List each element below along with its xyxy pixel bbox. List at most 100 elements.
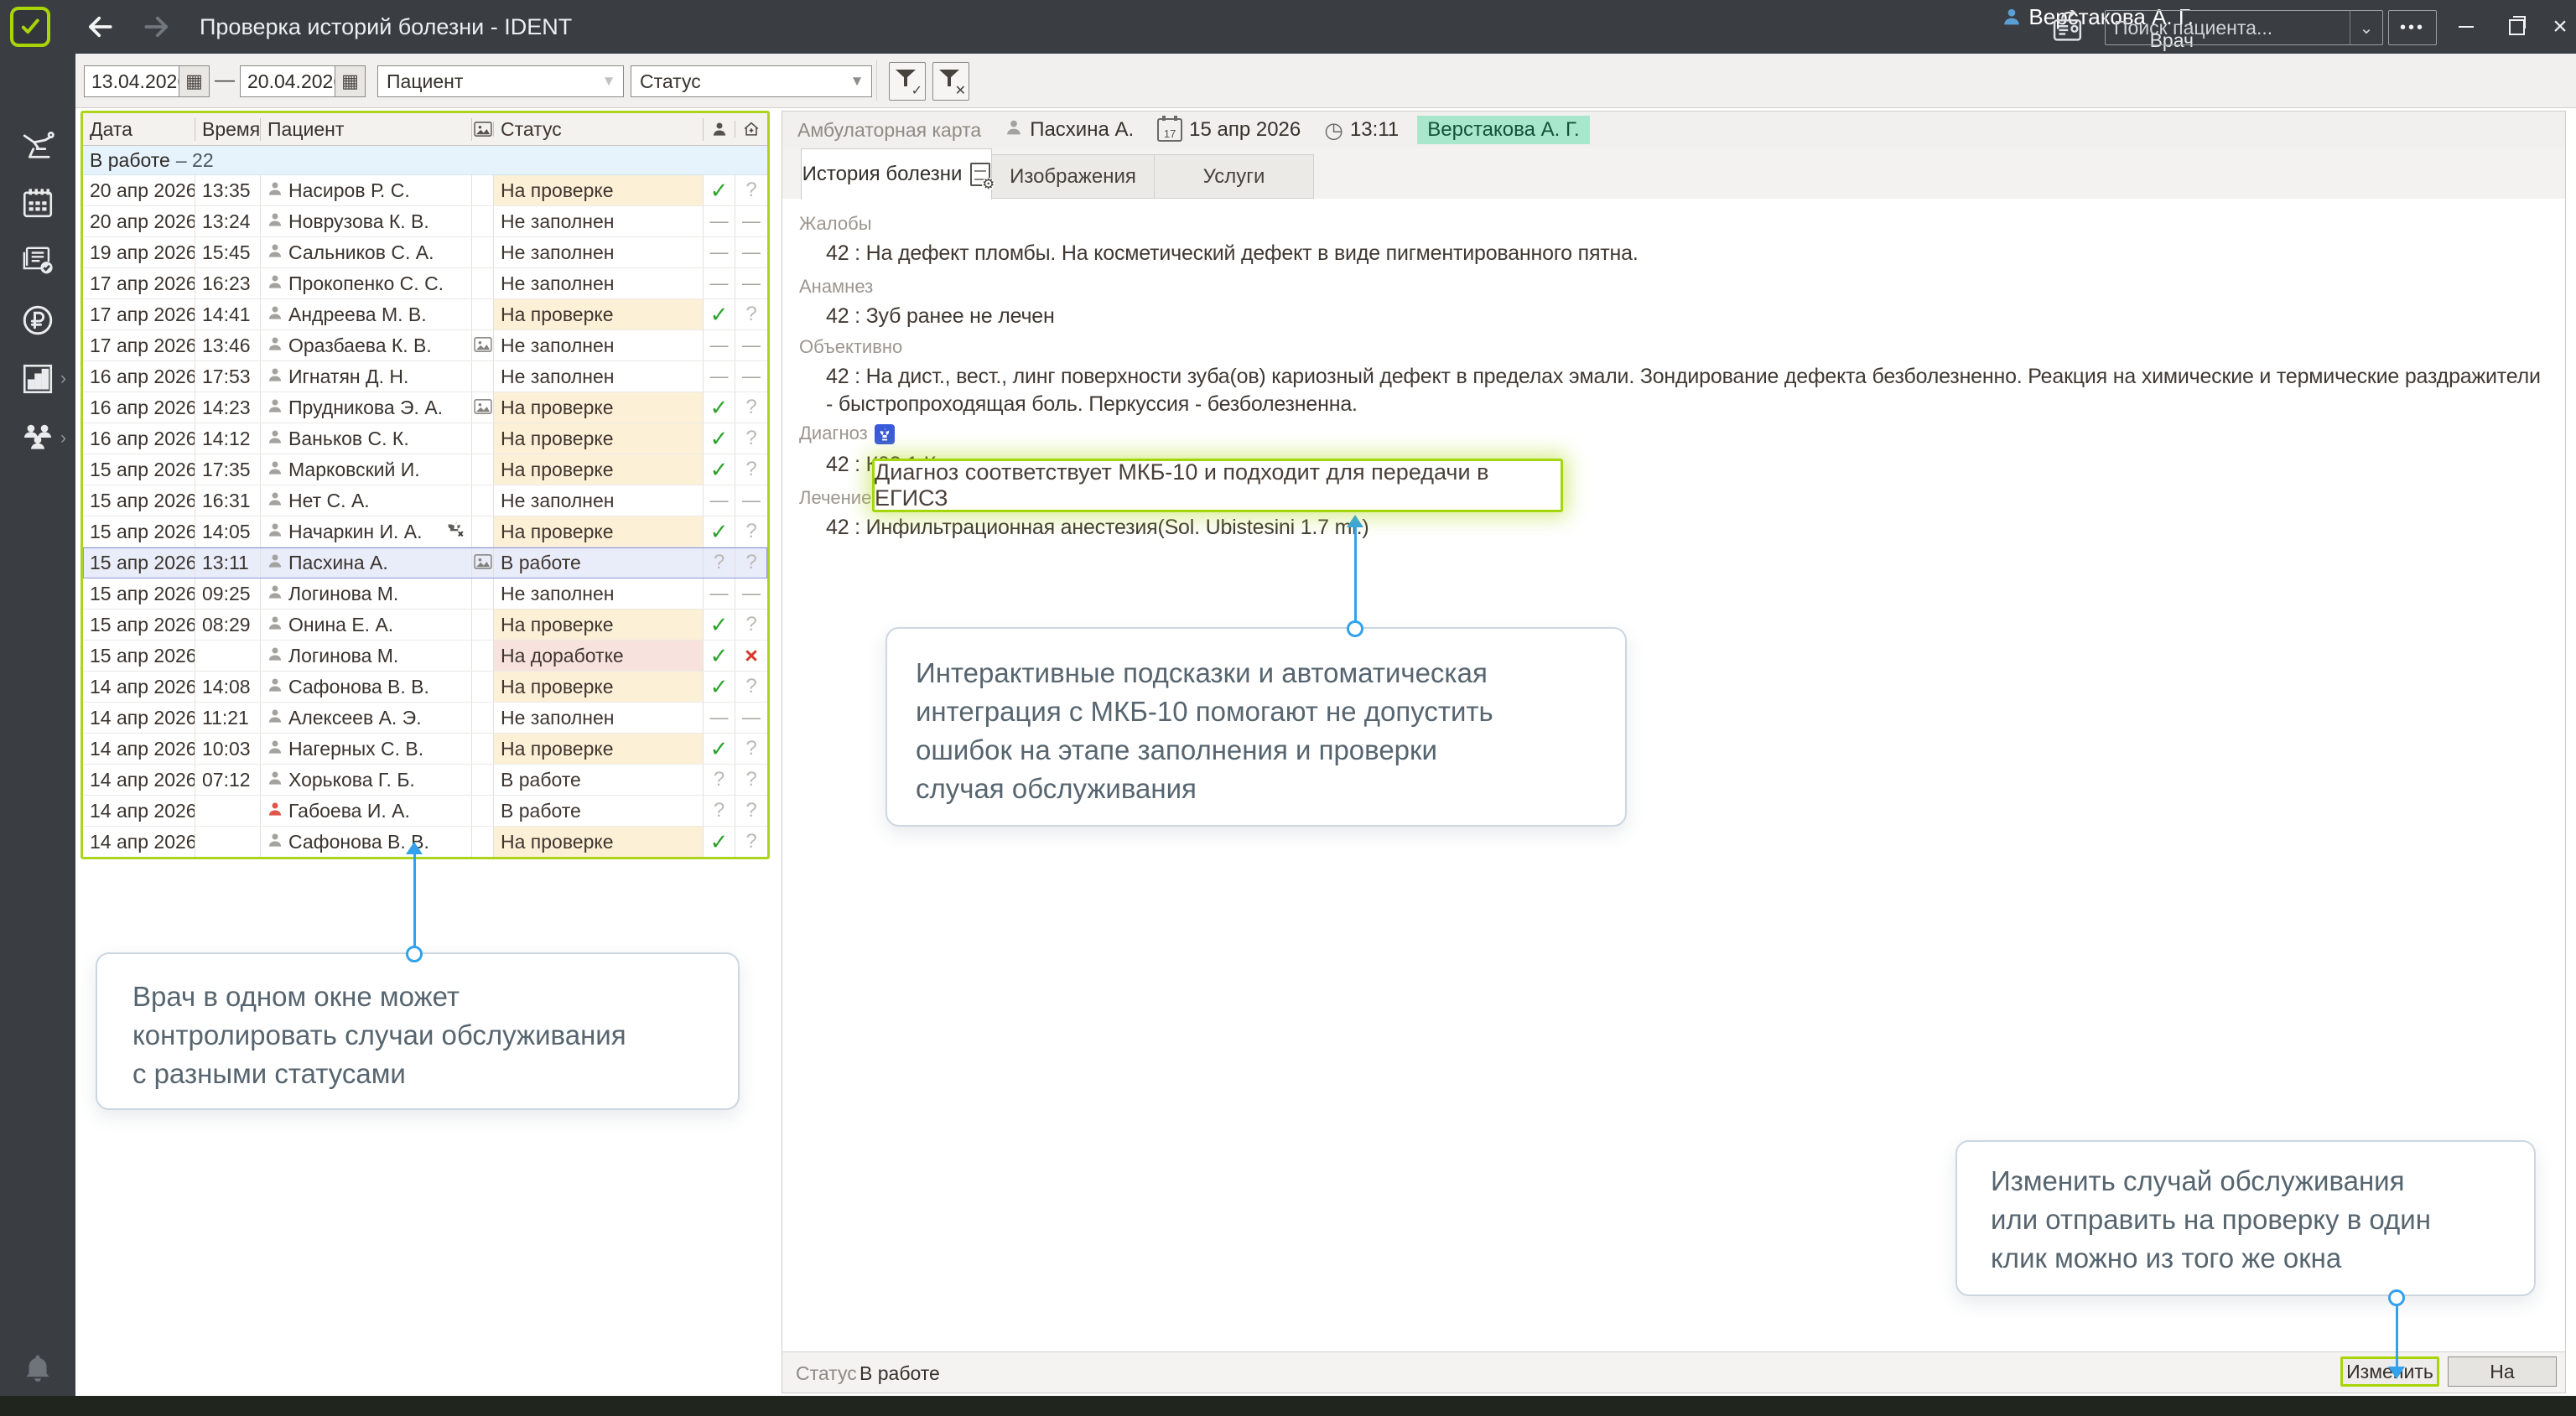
patient-icon — [1005, 118, 1023, 142]
table-row[interactable]: 20 апр 202613:24Новрузова К. В.Не заполн… — [83, 206, 767, 237]
patient-filter-combobox[interactable]: Пациент ▼ — [377, 65, 624, 97]
callout-line: клик можно из того же окна — [1991, 1239, 2534, 1278]
table-row[interactable]: 20 апр 202613:35Насиров Р. С.На проверке… — [83, 175, 767, 206]
cell-status: На проверке — [494, 175, 704, 205]
cell-status: В работе — [494, 765, 704, 795]
arrow-down-head — [2388, 1367, 2405, 1379]
check-mark-icon: ✓ — [710, 674, 729, 700]
patient-icon — [261, 521, 288, 543]
section-text-complaints: 42 : На дефект пломбы. На косметический … — [826, 240, 2542, 267]
cell-clinic-mark: ? — [735, 454, 767, 485]
date-from-input[interactable] — [85, 66, 179, 96]
column-header-clinic-mark[interactable] — [735, 120, 767, 138]
sidebar-item-payments-ruble[interactable] — [20, 303, 55, 338]
card-header-label: Амбулаторная карта — [797, 119, 981, 142]
date-to-field[interactable]: ▦ — [240, 65, 366, 97]
forward-arrow-button[interactable] — [141, 11, 173, 43]
minimize-button[interactable] — [2445, 0, 2487, 54]
check-mark-icon: ✓ — [710, 302, 729, 328]
callout-line: Изменить случай обслуживания — [1991, 1162, 2534, 1201]
table-row[interactable]: 14 апр 2026Сафонова В. В.На проверке✓? — [83, 827, 767, 857]
close-button[interactable]: × — [2539, 0, 2576, 54]
cell-photo — [472, 330, 494, 360]
column-header-photo[interactable] — [472, 122, 494, 137]
sidebar-item-history-check[interactable] — [20, 244, 55, 279]
table-row[interactable]: 16 апр 202614:23Прудникова Э. А.На прове… — [83, 392, 767, 423]
patient-icon — [261, 459, 288, 481]
table-header-row[interactable]: Дата Время Пациент Статус — [83, 113, 767, 146]
table-row[interactable]: 15 апр 202608:29Онина Е. А.На проверке✓? — [83, 609, 767, 641]
back-arrow-button[interactable] — [84, 11, 116, 43]
combobox-chevron-icon[interactable]: ▼ — [595, 73, 623, 90]
cell-status: На проверке — [494, 299, 704, 329]
send-to-check-button[interactable]: На проверку — [2448, 1356, 2557, 1387]
notifications-bell-icon[interactable] — [20, 1351, 55, 1387]
check-mark-icon: ✓ — [710, 519, 729, 545]
patient-search-input[interactable] — [2106, 17, 2350, 39]
table-row[interactable]: 17 апр 202613:46Оразбаева К. В.Не заполн… — [83, 330, 767, 361]
tab-images[interactable]: Изображения — [992, 154, 1155, 199]
date-to-input[interactable] — [241, 66, 335, 96]
question-mark-icon: ? — [745, 179, 756, 202]
table-row[interactable]: 14 апр 202607:12Хорькова Г. Б.В работе?? — [83, 765, 767, 796]
column-header-time[interactable]: Время — [195, 118, 261, 141]
status-group-row[interactable]: В работе – 22 — [83, 146, 767, 175]
cell-clinic-mark: ? — [735, 547, 767, 578]
staff-expand-chevron-icon[interactable]: › — [60, 430, 72, 447]
table-row[interactable]: 16 апр 202614:12Ваньков С. К.На проверке… — [83, 423, 767, 454]
restore-button[interactable] — [2496, 0, 2537, 54]
cell-photo — [472, 827, 494, 857]
ident-logo-icon — [10, 7, 50, 47]
table-row[interactable]: 15 апр 202613:11Пасхина А.В работе?? — [83, 547, 767, 578]
status-filter-combobox[interactable]: Статус ▼ — [631, 65, 872, 97]
table-row[interactable]: 17 апр 202614:41Андреева М. В.На проверк… — [83, 299, 767, 330]
cell-status: На проверке — [494, 516, 704, 547]
cell-doctor-mark: ✓ — [704, 516, 735, 547]
mkb-emblem-icon[interactable] — [875, 424, 895, 444]
cell-clinic-mark: — — [735, 237, 767, 267]
tab-history[interactable]: История болезни ⚙ — [801, 148, 992, 200]
more-options-button[interactable]: ••• — [2388, 10, 2437, 45]
combobox-chevron-icon[interactable]: ▼ — [843, 73, 871, 90]
calendar-picker-icon[interactable]: ▦ — [335, 66, 365, 96]
column-header-patient[interactable]: Пациент — [261, 118, 472, 141]
patient-name: Начаркин И. А. — [288, 521, 423, 543]
table-row[interactable]: 15 апр 202617:35Марковский И.На проверке… — [83, 454, 767, 485]
apply-filter-button[interactable]: ✓ — [889, 62, 926, 101]
sidebar-item-schedule[interactable] — [20, 185, 55, 220]
cell-doctor-mark: ✓ — [704, 175, 735, 205]
table-row[interactable]: 16 апр 202617:53Игнатян Д. Н.Не заполнен… — [83, 361, 767, 392]
section-label-diagnosis: Диагноз — [799, 423, 895, 444]
table-row[interactable]: 15 апр 202609:25Логинова М.Не заполнен—— — [83, 578, 767, 609]
cell-patient: Андреева М. В. — [261, 299, 472, 329]
sidebar-item-dental-chair[interactable] — [20, 129, 55, 164]
sidebar-item-reports-chart[interactable] — [20, 361, 55, 397]
calendar-picker-icon[interactable]: ▦ — [179, 66, 209, 96]
question-mark-icon: ? — [745, 768, 756, 791]
table-row[interactable]: 15 апр 202614:05Начаркин И. А.На проверк… — [83, 516, 767, 547]
patient-search-combobox[interactable]: ⌄ — [2105, 10, 2383, 45]
tab-services[interactable]: Услуги — [1155, 154, 1314, 199]
patient-name: Нагерных С. В. — [288, 738, 423, 760]
table-row[interactable]: 14 апр 202611:21Алексеев А. Э.Не заполне… — [83, 703, 767, 734]
question-mark-icon: ? — [714, 551, 724, 574]
callout-line: с разными статусами — [132, 1055, 738, 1093]
table-row[interactable]: 19 апр 202615:45Сальников С. А.Не заполн… — [83, 237, 767, 268]
dash-mark-icon: — — [742, 335, 761, 356]
table-row[interactable]: 15 апр 202616:31Нет С. А.Не заполнен—— — [83, 485, 767, 516]
date-from-field[interactable]: ▦ — [84, 65, 210, 97]
return-to-card-icon[interactable] — [2049, 10, 2089, 44]
table-row[interactable]: 14 апр 2026Габоева И. А.В работе?? — [83, 796, 767, 827]
table-row[interactable]: 17 апр 202616:23Прокопенко С. С.Не запол… — [83, 268, 767, 299]
table-row[interactable]: 14 апр 202610:03Нагерных С. В.На проверк… — [83, 734, 767, 765]
patient-name: Сафонова В. В. — [288, 676, 429, 698]
search-dropdown-chevron-icon[interactable]: ⌄ — [2350, 11, 2382, 44]
column-header-status[interactable]: Статус — [494, 118, 704, 141]
sidebar-item-staff[interactable] — [20, 421, 55, 456]
clear-filter-button[interactable]: ✕ — [932, 62, 969, 101]
table-row[interactable]: 14 апр 202614:08Сафонова В. В.На проверк… — [83, 672, 767, 703]
column-header-date[interactable]: Дата — [83, 118, 195, 141]
column-header-doctor-mark[interactable] — [704, 121, 735, 137]
table-row[interactable]: 15 апр 2026Логинова М.На доработке✓× — [83, 641, 767, 672]
reports-expand-chevron-icon[interactable]: › — [60, 371, 72, 387]
